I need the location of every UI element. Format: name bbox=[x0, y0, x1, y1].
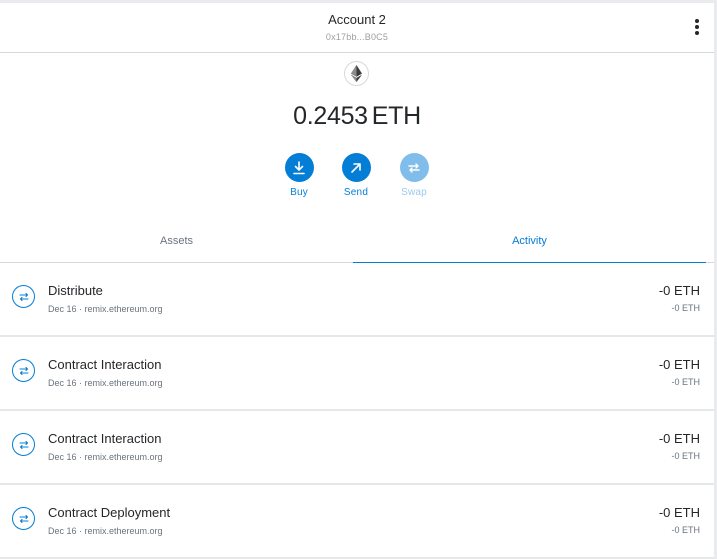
activity-secondary-amount: -0 ETH bbox=[671, 451, 700, 461]
interaction-icon bbox=[12, 433, 35, 456]
swap-button[interactable]: Swap bbox=[394, 153, 434, 198]
tab-activity[interactable]: Activity bbox=[353, 222, 706, 263]
activity-secondary-amount: -0 ETH bbox=[671, 377, 700, 387]
activity-amount: -0 ETH bbox=[658, 431, 700, 446]
balance-unit: ETH bbox=[371, 102, 421, 130]
account-name[interactable]: Account 2 bbox=[0, 12, 714, 27]
swap-label: Swap bbox=[401, 187, 427, 198]
interaction-icon bbox=[12, 359, 35, 382]
activity-item[interactable]: Contract Interaction Dec 16 · remix.ethe… bbox=[0, 411, 714, 485]
activity-item[interactable]: Distribute Dec 16 · remix.ethereum.org -… bbox=[0, 263, 714, 337]
arrow-up-right-icon bbox=[341, 153, 371, 182]
buy-label: Buy bbox=[290, 187, 308, 198]
activity-title: Contract Interaction bbox=[48, 357, 162, 372]
activity-item[interactable]: Contract Deployment Dec 16 · remix.ether… bbox=[0, 485, 714, 559]
ethereum-icon bbox=[344, 61, 369, 86]
activity-title: Contract Deployment bbox=[48, 505, 171, 520]
balance-display: 0.2453 ETH bbox=[0, 102, 714, 131]
activity-secondary-amount: -0 ETH bbox=[671, 303, 700, 313]
send-label: Send bbox=[343, 187, 369, 198]
activity-amount: -0 ETH bbox=[658, 505, 700, 520]
tab-assets[interactable]: Assets bbox=[0, 222, 353, 263]
activity-title: Distribute bbox=[48, 283, 103, 298]
download-icon bbox=[284, 153, 314, 182]
interaction-icon bbox=[12, 507, 35, 530]
swap-icon bbox=[399, 153, 429, 182]
activity-title: Contract Interaction bbox=[48, 431, 162, 446]
interaction-icon bbox=[12, 285, 35, 308]
activity-item[interactable]: Contract Interaction Dec 16 · remix.ethe… bbox=[0, 337, 714, 411]
activity-amount: -0 ETH bbox=[658, 283, 700, 298]
activity-subtitle: Dec 16 · remix.ethereum.org bbox=[48, 378, 163, 388]
tab-bar: Assets Activity bbox=[0, 222, 714, 263]
activity-subtitle: Dec 16 · remix.ethereum.org bbox=[48, 304, 163, 314]
buy-button[interactable]: Buy bbox=[279, 153, 319, 198]
activity-secondary-amount: -0 ETH bbox=[671, 525, 700, 535]
kebab-menu-icon[interactable] bbox=[690, 19, 704, 37]
activity-subtitle: Dec 16 · remix.ethereum.org bbox=[48, 452, 163, 462]
account-address[interactable]: 0x17bb...B0C5 bbox=[0, 32, 714, 42]
activity-amount: -0 ETH bbox=[658, 357, 700, 372]
send-button[interactable]: Send bbox=[336, 153, 376, 198]
balance-amount: 0.2453 bbox=[293, 102, 368, 130]
account-header: Account 2 0x17bb...B0C5 bbox=[0, 3, 714, 53]
activity-subtitle: Dec 16 · remix.ethereum.org bbox=[48, 526, 163, 536]
